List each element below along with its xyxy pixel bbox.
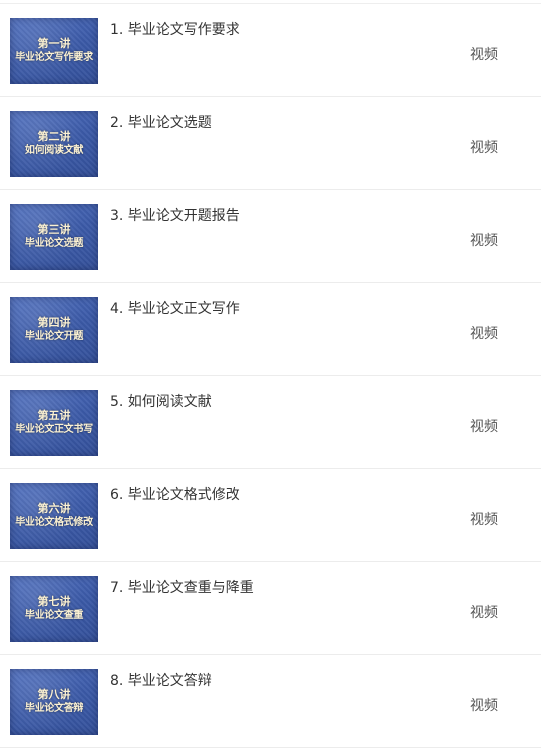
thumbnail-lecture-number: 第八讲 — [37, 688, 71, 701]
lesson-title[interactable]: 8. 毕业论文答辩 — [110, 670, 212, 690]
lesson-item[interactable]: 第六讲 毕业论文格式修改 6. 毕业论文格式修改 视频 — [0, 469, 541, 562]
lesson-type-tag: 视频 — [470, 47, 498, 63]
lesson-thumbnail[interactable]: 第七讲 毕业论文查重 — [10, 576, 98, 642]
lesson-title[interactable]: 3. 毕业论文开题报告 — [110, 205, 240, 225]
lesson-title[interactable]: 6. 毕业论文格式修改 — [110, 484, 240, 504]
lesson-item[interactable]: 第三讲 毕业论文选题 3. 毕业论文开题报告 视频 — [0, 190, 541, 283]
lesson-item[interactable]: 第一讲 毕业论文写作要求 1. 毕业论文写作要求 视频 — [0, 4, 541, 97]
thumbnail-lecture-title: 毕业论文选题 — [24, 238, 84, 249]
thumbnail-lecture-number: 第一讲 — [37, 37, 71, 50]
thumbnail-lecture-title: 如何阅读文献 — [24, 145, 84, 156]
thumbnail-lecture-number: 第七讲 — [37, 595, 71, 608]
thumbnail-lecture-number: 第五讲 — [37, 409, 71, 422]
lesson-title[interactable]: 7. 毕业论文查重与降重 — [110, 577, 254, 597]
lesson-type-tag: 视频 — [470, 419, 498, 435]
thumbnail-lecture-title: 毕业论文格式修改 — [15, 517, 93, 528]
lesson-item[interactable]: 第八讲 毕业论文答辩 8. 毕业论文答辩 视频 — [0, 655, 541, 748]
lesson-type-tag: 视频 — [470, 698, 498, 714]
thumbnail-lecture-title: 毕业论文开题 — [24, 331, 84, 342]
thumbnail-lecture-number: 第六讲 — [37, 502, 71, 515]
lesson-title[interactable]: 5. 如何阅读文献 — [110, 391, 212, 411]
lesson-item[interactable]: 第二讲 如何阅读文献 2. 毕业论文选题 视频 — [0, 97, 541, 190]
lesson-thumbnail[interactable]: 第六讲 毕业论文格式修改 — [10, 483, 98, 549]
lesson-type-tag: 视频 — [470, 233, 498, 249]
lesson-thumbnail[interactable]: 第四讲 毕业论文开题 — [10, 297, 98, 363]
thumbnail-lecture-title: 毕业论文查重 — [24, 610, 84, 621]
thumbnail-lecture-number: 第二讲 — [37, 130, 71, 143]
thumbnail-lecture-number: 第四讲 — [37, 316, 71, 329]
lesson-type-tag: 视频 — [470, 140, 498, 156]
lesson-type-tag: 视频 — [470, 605, 498, 621]
lesson-title[interactable]: 4. 毕业论文正文写作 — [110, 298, 240, 318]
lesson-type-tag: 视频 — [470, 326, 498, 342]
thumbnail-lecture-number: 第三讲 — [37, 223, 71, 236]
lesson-list: 第一讲 毕业论文写作要求 1. 毕业论文写作要求 视频 第二讲 如何阅读文献 2… — [0, 3, 541, 748]
thumbnail-lecture-title: 毕业论文答辩 — [24, 703, 84, 714]
lesson-thumbnail[interactable]: 第三讲 毕业论文选题 — [10, 204, 98, 270]
thumbnail-lecture-title: 毕业论文写作要求 — [15, 52, 93, 63]
lesson-item[interactable]: 第四讲 毕业论文开题 4. 毕业论文正文写作 视频 — [0, 283, 541, 376]
lesson-title[interactable]: 2. 毕业论文选题 — [110, 112, 212, 132]
lesson-thumbnail[interactable]: 第五讲 毕业论文正文书写 — [10, 390, 98, 456]
lesson-thumbnail[interactable]: 第八讲 毕业论文答辩 — [10, 669, 98, 735]
lesson-thumbnail[interactable]: 第二讲 如何阅读文献 — [10, 111, 98, 177]
lesson-type-tag: 视频 — [470, 512, 498, 528]
lesson-item[interactable]: 第五讲 毕业论文正文书写 5. 如何阅读文献 视频 — [0, 376, 541, 469]
thumbnail-lecture-title: 毕业论文正文书写 — [15, 424, 93, 435]
lesson-title[interactable]: 1. 毕业论文写作要求 — [110, 19, 240, 39]
lesson-thumbnail[interactable]: 第一讲 毕业论文写作要求 — [10, 18, 98, 84]
lesson-item[interactable]: 第七讲 毕业论文查重 7. 毕业论文查重与降重 视频 — [0, 562, 541, 655]
